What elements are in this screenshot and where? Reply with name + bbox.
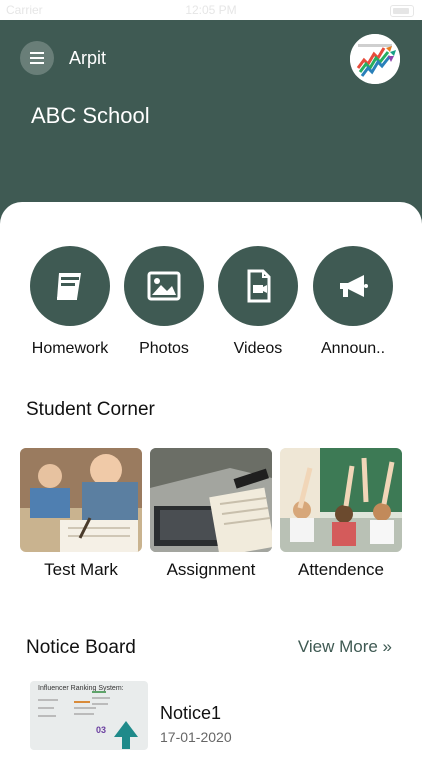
photos-circle — [124, 246, 204, 326]
notice-title: Notice1 — [160, 703, 222, 723]
photos-label: Photos — [139, 340, 189, 357]
notice-board-title: Notice Board — [26, 637, 136, 658]
announcements-label: Announ.. — [320, 340, 386, 357]
menu-button[interactable] — [20, 41, 54, 75]
status-time: 12:05 PM — [185, 3, 237, 17]
assignment-card[interactable]: Assignment — [150, 448, 272, 580]
announcements-circle — [313, 246, 393, 326]
homework-circle — [30, 246, 110, 326]
attendence-thumbnail — [280, 448, 402, 552]
test-mark-thumbnail — [20, 448, 142, 552]
attendence-card[interactable]: Attendence — [280, 448, 402, 580]
assignment-label: Assignment — [166, 560, 256, 579]
video-file-icon — [247, 269, 271, 303]
school-logo[interactable] — [350, 34, 400, 84]
image-icon — [147, 271, 181, 301]
notice-thumb-badge: 03 — [96, 725, 107, 735]
notice-date: 17-01-2020 — [160, 729, 232, 745]
book-icon — [57, 273, 81, 300]
hamburger-menu-icon — [30, 52, 44, 64]
growth-chart-logo-icon — [350, 34, 400, 84]
notice-thumbnail: Influencer Ranking System: 03 — [30, 681, 148, 750]
videos-circle — [218, 246, 298, 326]
photos-button[interactable]: Photos — [124, 246, 204, 358]
homework-label: Homework — [31, 340, 109, 357]
notice-item[interactable]: Influencer Ranking System: 03 Notice1 17… — [30, 681, 390, 750]
school-name: ABC School — [31, 103, 150, 128]
megaphone-icon — [340, 275, 368, 297]
homework-button[interactable]: Homework — [30, 246, 110, 358]
view-more-link[interactable]: View More » — [298, 637, 392, 657]
user-name: Arpit — [69, 48, 107, 68]
test-mark-label: Test Mark — [44, 560, 118, 579]
test-mark-card[interactable]: Test Mark — [20, 448, 142, 580]
status-bar: Carrier 12:05 PM — [0, 0, 422, 20]
assignment-thumbnail — [150, 448, 272, 552]
videos-button[interactable]: Videos — [218, 246, 298, 358]
videos-label: Videos — [233, 340, 283, 357]
attendence-label: Attendence — [297, 560, 384, 579]
student-corner-title: Student Corner — [26, 399, 155, 420]
battery-icon — [390, 5, 414, 17]
announcements-button[interactable]: Announ.. — [313, 246, 393, 358]
